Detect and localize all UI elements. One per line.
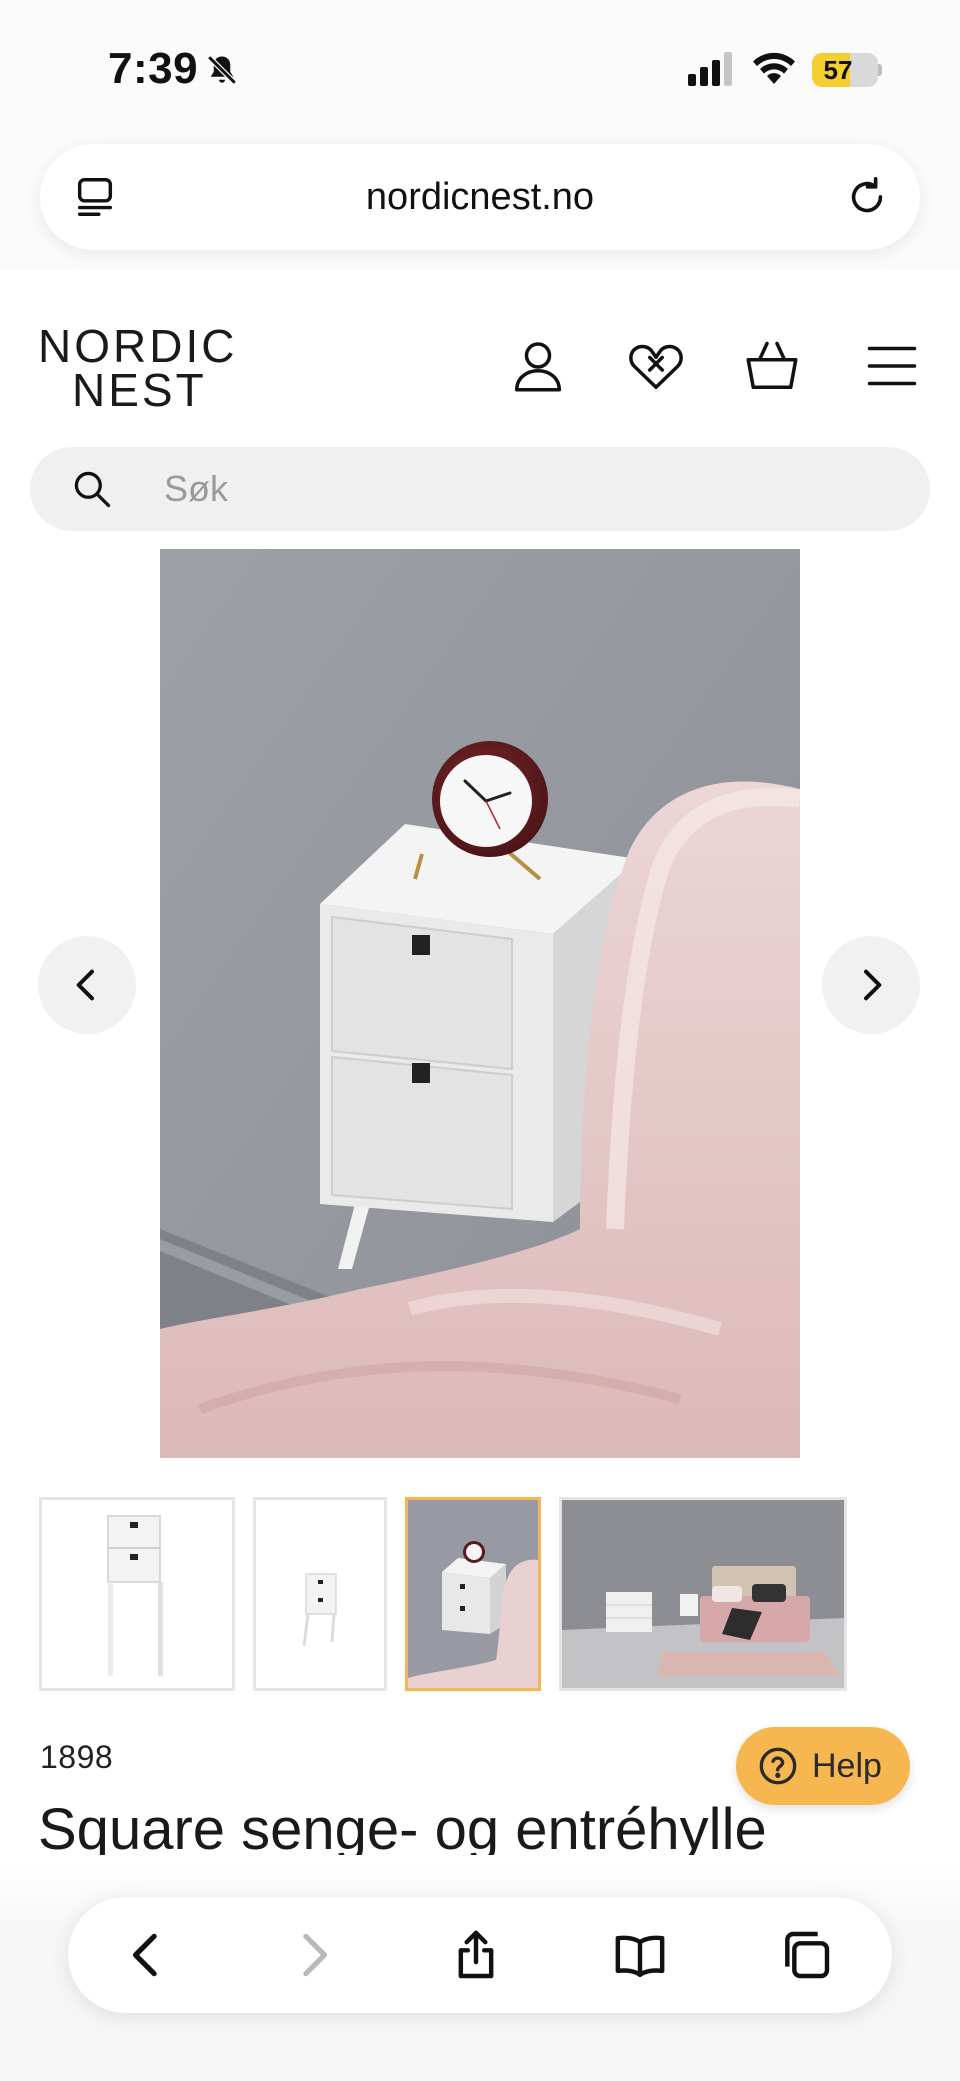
help-question-icon [759, 1747, 797, 1785]
logo-line-1: NORDIC [38, 320, 238, 372]
help-button[interactable]: Help [736, 1727, 910, 1805]
basket-icon[interactable] [742, 336, 802, 396]
gallery-thumbnail[interactable] [39, 1497, 235, 1691]
gallery-thumbnail-active[interactable] [405, 1497, 541, 1691]
chevron-right-icon [864, 969, 882, 1001]
gallery-thumbnail[interactable] [253, 1497, 387, 1691]
cellular-signal-icon [688, 52, 732, 86]
help-label: Help [812, 1747, 882, 1785]
wifi-icon [753, 52, 795, 84]
battery-cap [878, 64, 882, 76]
status-time: 7:39 [108, 44, 199, 93]
battery-icon: 57 [812, 53, 878, 87]
product-brand[interactable]: 1898 [40, 1739, 113, 1776]
gallery-prev-button[interactable] [38, 936, 136, 1034]
gallery-thumbnail[interactable] [559, 1497, 847, 1691]
account-icon[interactable] [508, 336, 568, 396]
status-bar: 7:39 57 [0, 0, 960, 140]
bell-muted-icon [207, 55, 237, 85]
search-icon [74, 471, 111, 508]
url-text[interactable]: nordicnest.no [40, 176, 920, 219]
forward-icon[interactable] [286, 1927, 342, 1983]
chevron-left-icon [76, 969, 94, 1001]
browser-toolbar [68, 1897, 892, 2013]
search-bar[interactable] [30, 447, 930, 531]
back-icon[interactable] [118, 1927, 174, 1983]
thumbnail-image-shelf-bedroom [408, 1500, 538, 1688]
gallery-next-button[interactable] [822, 936, 920, 1034]
thumbnail-image-bedroom-scene [562, 1500, 844, 1688]
logo-line-2: NEST [72, 364, 207, 416]
battery-percentage: 57 [823, 55, 853, 85]
menu-icon[interactable] [862, 336, 922, 396]
wishlist-heart-icon[interactable] [626, 336, 686, 396]
browser-url-area: nordicnest.no [0, 140, 960, 270]
bookmarks-icon[interactable] [612, 1927, 668, 1983]
thumbnail-image-shelf-small [256, 1500, 384, 1688]
reload-icon[interactable] [844, 174, 890, 220]
share-icon[interactable] [448, 1927, 504, 1983]
thumbnail-image-shelf [42, 1500, 232, 1688]
tabs-icon[interactable] [778, 1927, 834, 1983]
product-main-image[interactable] [160, 549, 800, 1458]
search-input[interactable] [164, 447, 864, 531]
site-logo[interactable]: NORDIC NEST [38, 320, 238, 416]
address-bar[interactable]: nordicnest.no [40, 144, 920, 250]
